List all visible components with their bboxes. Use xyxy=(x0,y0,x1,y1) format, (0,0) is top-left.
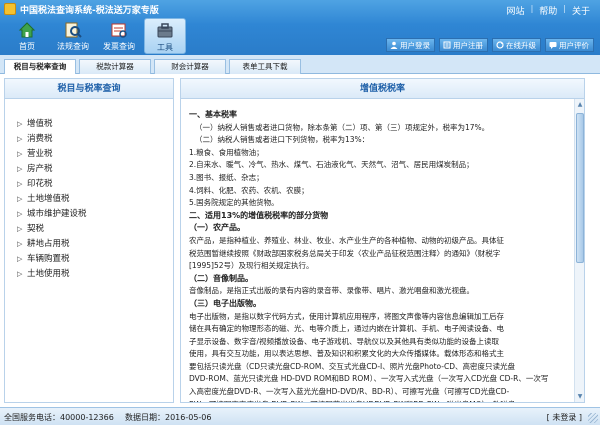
article-paragraph-line: 电子出版物，是指以数字代码方式，使用计算机应用程序，将图文声像等内容信息编辑加工… xyxy=(189,311,504,321)
refresh-icon xyxy=(496,41,504,49)
main-toolbar: 首页 法规查询 发票查询 工具 xyxy=(6,18,186,54)
expand-arrow-icon: ▷ xyxy=(17,195,23,203)
scroll-down-icon[interactable]: ▼ xyxy=(576,392,584,401)
article-paragraph-line: DVD-ROM、蓝光只读光盘 HD-DVD ROM和BD ROM）、一次写入式光… xyxy=(189,374,549,384)
expand-arrow-icon: ▷ xyxy=(17,255,23,263)
tools-icon xyxy=(157,23,173,38)
article-paragraph-line: 1.粮食、食用植物油； xyxy=(189,147,264,157)
article-paragraph-line: [1995]52号）及现行相关规定执行。 xyxy=(189,261,314,271)
sidebar-item-consumption-tax[interactable]: ▷ 消费税 xyxy=(5,132,173,147)
law-search-button[interactable]: 法规查询 xyxy=(52,18,94,54)
expand-arrow-icon: ▷ xyxy=(17,225,23,233)
sidebar-item-property-tax[interactable]: ▷ 房产税 xyxy=(5,162,173,177)
user-actions: 用户登录 用户注册 在线升级 用户评价 xyxy=(386,38,594,52)
scroll-thumb[interactable] xyxy=(576,113,584,263)
article-paragraph-line: 入高密度光盘DVD-R、一次写入蓝光光盘HD-DVD/R、BD-R）、可擦写光盘… xyxy=(189,387,510,397)
expand-arrow-icon: ▷ xyxy=(17,150,23,158)
tab-strip: 税目与税率查询 税款计算器 财会计算器 表单工具下载 xyxy=(0,55,600,75)
article-paragraph-line: （一）纳税人销售或者进口货物，除本条第（二）项、第（三）项规定外，税率为17%。 xyxy=(195,122,490,132)
expand-arrow-icon: ▷ xyxy=(17,180,23,188)
scroll-up-icon[interactable]: ▲ xyxy=(576,100,584,109)
article-paragraph-line: 音像制品，是指正式出版的录有内容的录音带、录像带、唱片、激光唱盘和激光视盘。 xyxy=(189,286,474,296)
article-paragraph-line: 2.自来水、暖气、冷气、热水、煤气、石油液化气、天然气、沼气、居民用煤炭制品； xyxy=(189,160,474,170)
expand-arrow-icon: ▷ xyxy=(17,135,23,143)
sidebar-item-vehicle-purchase-tax[interactable]: ▷ 车辆购置税 xyxy=(5,252,173,267)
comment-icon xyxy=(549,42,557,49)
sidebar-title: 税目与税率查询 xyxy=(5,79,173,99)
article-heading: （三）电子出版物。 xyxy=(189,298,261,308)
user-register-button[interactable]: 用户注册 xyxy=(439,38,488,52)
article-paragraph-line: 使用，具有交互功能，用以表达思想、普及知识和积累文化的大众传播媒体。载体形态和格… xyxy=(189,349,504,359)
expand-arrow-icon: ▷ xyxy=(17,210,23,218)
login-status: [ 未登录 ] xyxy=(546,413,582,422)
sidebar-item-farmland-tax[interactable]: ▷ 耕地占用税 xyxy=(5,237,173,252)
main-panel: 税目与税率查询 ▷ 增值税 ▷ 消费税 ▷ 营业税 ▷ 房产税 ▷ 印花税 ▷ 土地增值税 … xyxy=(0,74,600,407)
online-upgrade-button[interactable]: 在线升级 xyxy=(492,38,541,52)
article-paragraph-line: 要包括只读光盘（CD只读光盘CD-ROM、交互式光盘CD-I、照片光盘Photo… xyxy=(189,361,515,371)
tab-tax-calculator[interactable]: 税款计算器 xyxy=(79,59,151,74)
about-link[interactable]: 关于 xyxy=(572,4,590,17)
tax-rate-content-panel: 增值税税率 一、基本税率 （一）纳税人销售或者进口货物，除本条第（二）项、第（三）… xyxy=(180,78,585,403)
resize-grip-icon[interactable] xyxy=(588,413,598,423)
article-heading: 二、适用13%的增值税税率的部分货物 xyxy=(189,210,329,220)
app-logo-icon xyxy=(4,3,16,15)
tax-category-list: ▷ 增值税 ▷ 消费税 ▷ 营业税 ▷ 房产税 ▷ 印花税 ▷ 土地增值税 ▷ 城市维护建设税… xyxy=(5,99,173,282)
article-heading: （一）农产品。 xyxy=(189,223,245,233)
tax-rate-article: 一、基本税率 （一）纳税人销售或者进口货物，除本条第（二）项、第（三）项规定外，税… xyxy=(189,109,573,402)
sidebar-item-business-tax[interactable]: ▷ 营业税 xyxy=(5,147,173,162)
article-paragraph-line: RW、可擦写高密度光盘 DVD-RW、可擦写蓝光光盘HDDVD-RW和BD-RW… xyxy=(189,399,573,402)
tab-accounting-calculator[interactable]: 财会计算器 xyxy=(154,59,226,74)
tab-tax-rate-query[interactable]: 税目与税率查询 xyxy=(4,59,76,75)
tab-form-download[interactable]: 表单工具下载 xyxy=(229,59,301,74)
article-heading: 一、基本税率 xyxy=(189,110,237,119)
sidebar-item-stamp-tax[interactable]: ▷ 印花税 xyxy=(5,177,173,192)
register-icon xyxy=(443,41,451,49)
status-bar: 全国服务电话：40000-12366 数据日期：2016-05-06 [ 未登录… xyxy=(0,407,600,425)
article-paragraph-line: 税范围暂继续按照《财政部国家税务总局关于印发〈农业产品征税范围注释〉的通知》（财… xyxy=(189,248,501,258)
sidebar-item-deed-tax[interactable]: ▷ 契税 xyxy=(5,222,173,237)
home-icon xyxy=(18,22,36,38)
law-search-icon xyxy=(65,22,82,38)
home-button[interactable]: 首页 xyxy=(6,18,48,54)
article-paragraph-line: 3.图书、报纸、杂志； xyxy=(189,172,264,182)
user-review-button[interactable]: 用户评价 xyxy=(545,38,594,52)
article-paragraph-line: 5.国务院规定的其他货物。 xyxy=(189,198,279,208)
service-phone: 全国服务电话：40000-12366 xyxy=(4,413,114,422)
expand-arrow-icon: ▷ xyxy=(17,270,23,278)
article-heading: （二）音像制品。 xyxy=(189,273,253,283)
title-links: 网站 | 帮助 | 关于 xyxy=(506,4,590,17)
article-paragraph-line: 4.饲料、化肥、农药、农机、农膜； xyxy=(189,185,309,195)
content-scrollbar[interactable]: ▲ ▼ xyxy=(574,99,584,402)
tools-button[interactable]: 工具 xyxy=(144,18,186,54)
app-header: 中国税法查询系统-税法送万家专版 网站 | 帮助 | 关于 首页 法规查询 发票… xyxy=(0,0,600,55)
expand-arrow-icon: ▷ xyxy=(17,120,23,128)
data-date: 数据日期：2016-05-06 xyxy=(125,413,212,422)
user-login-button[interactable]: 用户登录 xyxy=(386,38,435,52)
invoice-search-button[interactable]: 发票查询 xyxy=(98,18,140,54)
expand-arrow-icon: ▷ xyxy=(17,165,23,173)
sidebar-item-land-use-tax[interactable]: ▷ 土地使用税 xyxy=(5,267,173,282)
expand-arrow-icon: ▷ xyxy=(17,240,23,248)
article-paragraph-line: 农产品，是指种植业、养殖业、林业、牧业、水产业生产的各种植物、动物的初级产品。具… xyxy=(189,235,504,245)
tax-category-sidebar: 税目与税率查询 ▷ 增值税 ▷ 消费税 ▷ 营业税 ▷ 房产税 ▷ 印花税 ▷ 土地增值税 … xyxy=(4,78,174,403)
sidebar-item-urban-construction-tax[interactable]: ▷ 城市维护建设税 xyxy=(5,207,173,222)
sidebar-item-land-vat[interactable]: ▷ 土地增值税 xyxy=(5,192,173,207)
sidebar-item-vat[interactable]: ▷ 增值税 xyxy=(5,117,173,132)
website-link[interactable]: 网站 xyxy=(507,4,525,17)
title-bar: 中国税法查询系统-税法送万家专版 网站 | 帮助 | 关于 xyxy=(0,0,600,18)
user-icon xyxy=(390,41,398,49)
help-link[interactable]: 帮助 xyxy=(539,4,557,17)
article-paragraph-line: 储在具有确定的物理形态的磁、光、电等介质上，通过内嵌在计算机、手机、电子阅读设备… xyxy=(189,324,504,334)
app-title: 中国税法查询系统-税法送万家专版 xyxy=(20,6,159,16)
article-paragraph-line: 子显示设备、数字音/视频播放设备、电子游戏机、导航仪以及其他具有类似功能的设备上… xyxy=(189,336,500,346)
invoice-search-icon xyxy=(111,23,127,38)
article-paragraph-line: （二）纳税人销售或者进口下列货物，税率为13%： xyxy=(195,135,370,145)
content-title: 增值税税率 xyxy=(181,79,584,99)
